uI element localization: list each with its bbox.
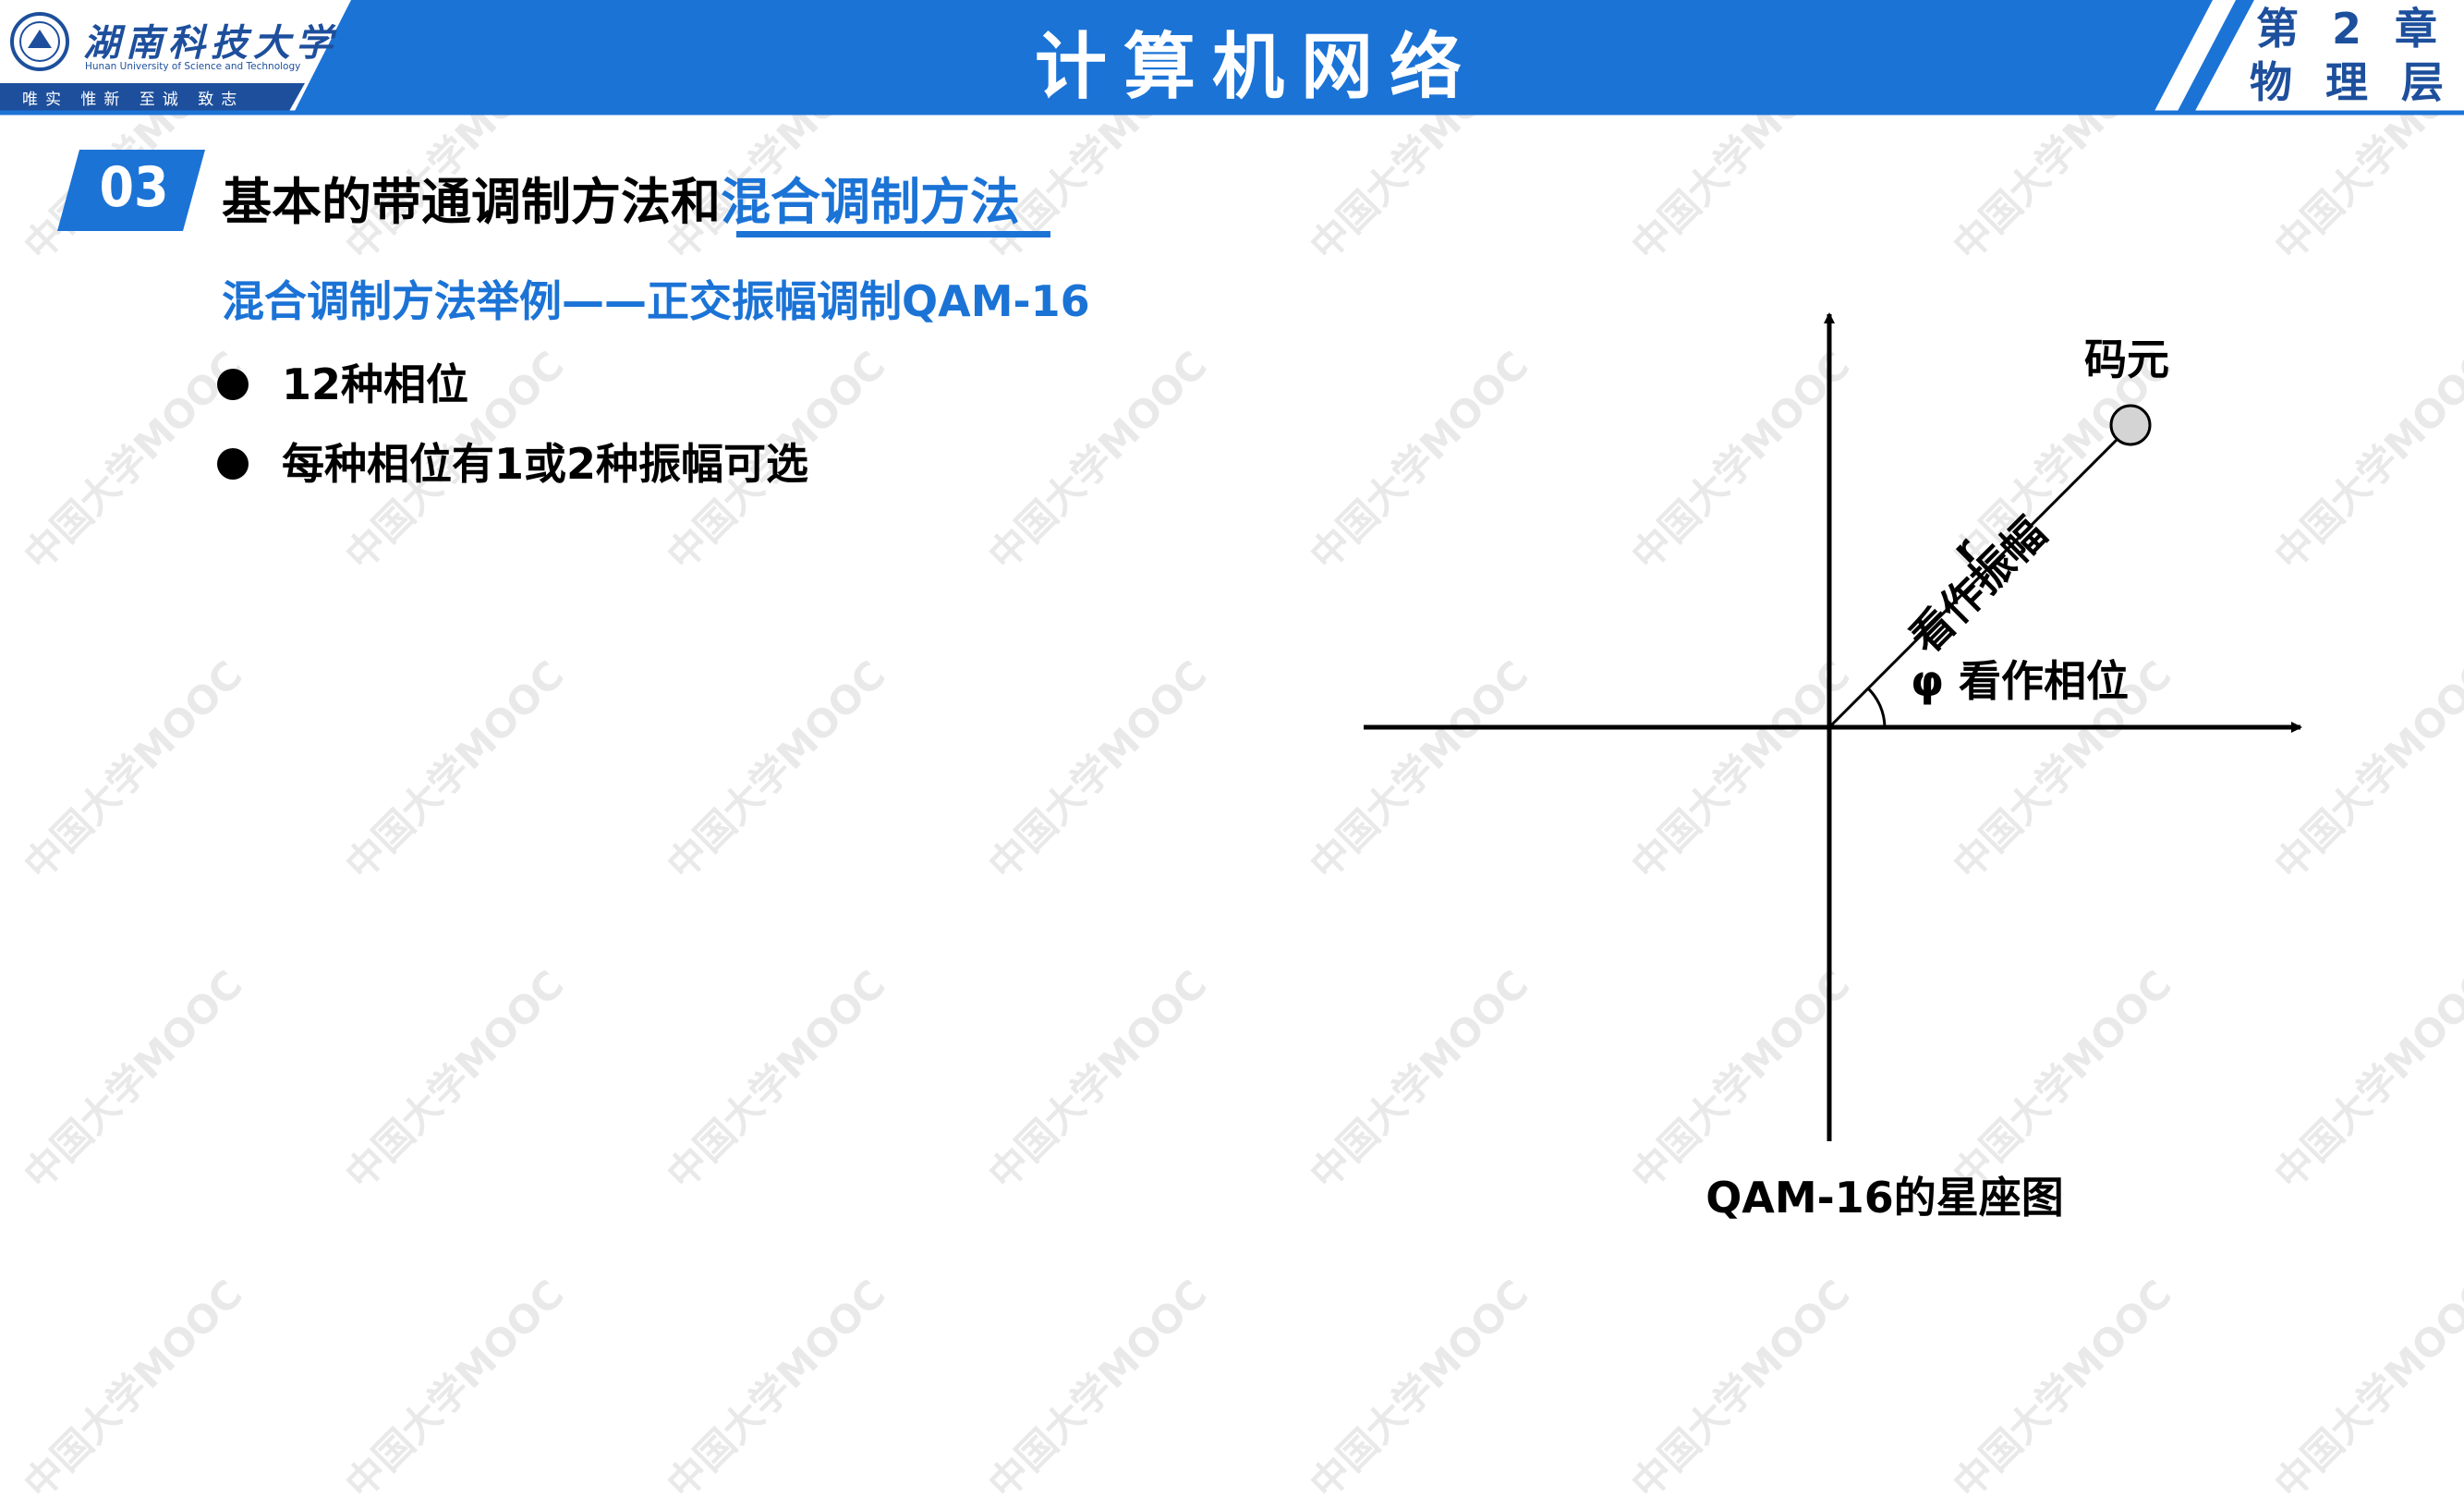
watermark-text: 中国大学MOOC (979, 651, 1216, 889)
watermark-text: 中国大学MOOC (15, 1271, 251, 1508)
watermark-text: 中国大学MOOC (1301, 1271, 1537, 1508)
university-emblem-icon (10, 12, 69, 71)
symbol-point (2109, 404, 2152, 446)
university-name-english: Hunan University of Science and Technolo… (85, 61, 301, 72)
university-name: 湖南科技大学 (83, 21, 338, 65)
watermark-text: 中国大学MOOC (336, 1271, 573, 1508)
chapter-name: 物 理 层 (2249, 57, 2454, 107)
diagram-caption: QAM-16的星座图 (1705, 1173, 2064, 1223)
section-number: 03 (99, 155, 169, 220)
constellation-diagram: 码元 看作振幅 r φ 看作相位 (1364, 312, 2302, 1141)
watermark-text: 中国大学MOOC (336, 961, 573, 1199)
watermark-text: 中国大学MOOC (658, 651, 894, 889)
watermark-text: 中国大学MOOC (336, 651, 573, 889)
watermark-text: 中国大学MOOC (1944, 1271, 2180, 1508)
bullet-item: 12种相位 (217, 351, 468, 412)
watermark-text: 中国大学MOOC (2265, 1271, 2464, 1508)
section-title: 基本的带通调制方法和混合调制方法 (222, 161, 1020, 234)
course-title: 计算机网络 (1034, 26, 1478, 109)
bullet-text: 12种相位 (282, 359, 469, 409)
section-title-plain: 基本的带通调制方法和 (222, 173, 721, 231)
watermark-text: 中国大学MOOC (979, 342, 1216, 579)
bullet-dot-icon (217, 447, 249, 480)
subtitle: 混合调制方法举例——正交振幅调制QAM-16 (222, 276, 1090, 326)
watermark-text: 中国大学MOOC (658, 1271, 894, 1508)
chapter-number: 第 2 章 (2255, 4, 2447, 54)
amplitude-label: 看作振幅 (1900, 508, 2056, 663)
watermark-text: 中国大学MOOC (658, 961, 894, 1199)
section-title-highlight: 混合调制方法 (721, 173, 1020, 231)
bullet-dot-icon (217, 368, 249, 400)
section-title-underline (736, 231, 1050, 237)
symbol-label: 码元 (2084, 335, 2169, 384)
university-logo: 湖南科技大学 Hunan University of Science and T… (0, 0, 333, 116)
watermark-text: 中国大学MOOC (1622, 1271, 1859, 1508)
phase-label: φ 看作相位 (1911, 656, 2129, 706)
university-motto: 唯实 惟新 至诚 致志 (22, 91, 245, 109)
watermark-text: 中国大学MOOC (979, 1271, 1216, 1508)
chapter-label: 第 2 章 物 理 层 (2245, 2, 2458, 109)
phase-angle-arc (1866, 687, 1887, 728)
watermark-text: 中国大学MOOC (15, 961, 251, 1199)
bullet-text: 每种相位有1或2种振幅可选 (282, 439, 809, 489)
bullet-item: 每种相位有1或2种振幅可选 (217, 431, 808, 492)
watermark-text: 中国大学MOOC (979, 961, 1216, 1199)
watermark-text: 中国大学MOOC (15, 651, 251, 889)
